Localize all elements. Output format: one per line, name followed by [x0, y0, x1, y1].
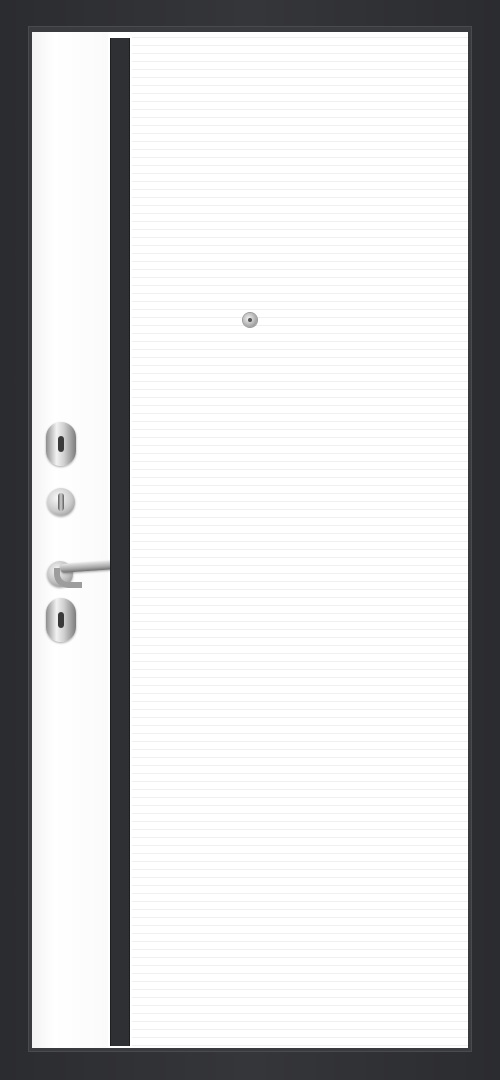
peephole-lens — [248, 318, 252, 322]
door-panel — [32, 32, 468, 1048]
lower-keyhole — [58, 612, 64, 628]
grooved-panel-field — [132, 32, 468, 1048]
upper-keyhole — [58, 436, 64, 452]
upper-lock-icon[interactable] — [46, 422, 76, 466]
hardware-strip — [32, 32, 121, 1048]
thumb-turn-grip — [58, 493, 64, 511]
thumb-turn-icon[interactable] — [47, 488, 75, 516]
peephole-icon — [243, 313, 257, 327]
lower-lock-icon[interactable] — [46, 598, 76, 642]
black-vertical-insert — [110, 38, 130, 1046]
